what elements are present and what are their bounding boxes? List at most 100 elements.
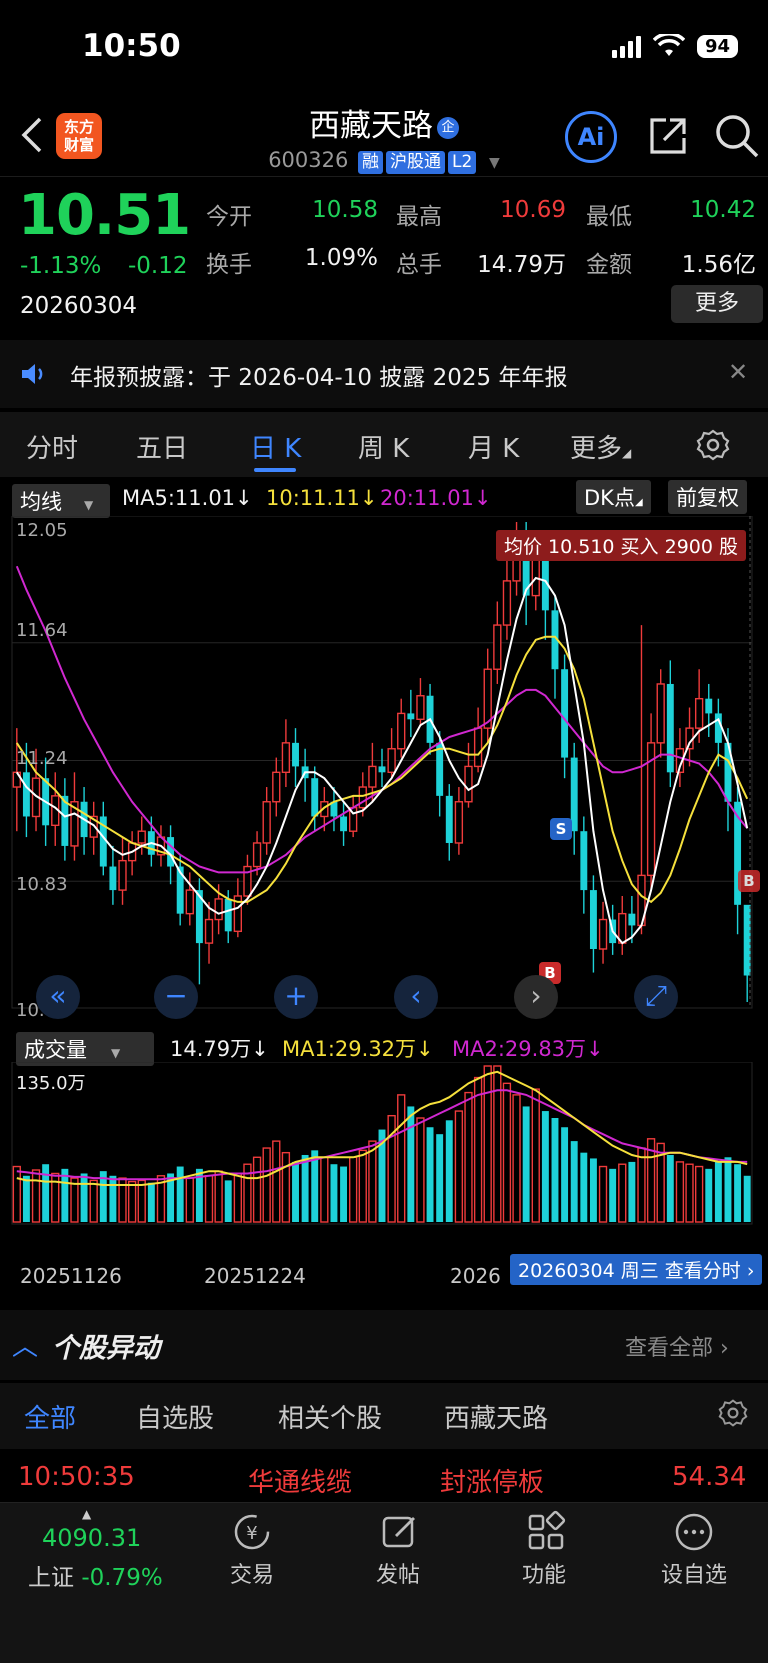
tab-all[interactable]: 全部 — [24, 1398, 76, 1435]
stock-code: 600326 — [268, 148, 349, 172]
movement-time: 10:50:35 — [18, 1462, 135, 1492]
movement-stock-name[interactable]: 华通线缆 — [248, 1462, 352, 1499]
candle-body — [743, 904, 751, 976]
tab-related[interactable]: 相关个股 — [278, 1398, 382, 1435]
tab-daily-k[interactable]: 日 K — [250, 428, 301, 465]
candle-body — [464, 765, 473, 803]
candle-body — [666, 683, 674, 773]
tab-more[interactable]: 更多◢ — [570, 428, 631, 465]
ma-indicator-select[interactable]: 均线 ▼ — [12, 484, 110, 518]
status-time: 10:50 — [82, 28, 181, 64]
high-value: 10.69 — [500, 197, 566, 223]
trade-icon[interactable]: ¥ — [230, 1510, 274, 1554]
index-ticker[interactable]: 上证 -0.79% — [28, 1558, 163, 1592]
volume-bar — [80, 1173, 88, 1222]
functions-icon[interactable] — [524, 1510, 568, 1554]
volume-max-label: 135.0万 — [16, 1073, 86, 1094]
volume-current: 14.79万↓ — [170, 1037, 269, 1061]
volume-bar — [675, 1161, 685, 1223]
tab-intraday[interactable]: 分时 — [26, 428, 78, 465]
x-axis-label: 2026 — [450, 1264, 501, 1288]
volume-bar — [561, 1127, 569, 1222]
dk-point-button[interactable]: DK点◢ — [576, 480, 651, 514]
volume-bar — [292, 1161, 299, 1222]
volume-bar — [570, 1141, 578, 1222]
chevron-up-icon[interactable]: ︿ — [12, 1326, 38, 1363]
tab-monthly-k[interactable]: 月 K — [468, 428, 519, 465]
candle-body — [224, 898, 232, 932]
tab-watchlist[interactable]: 自选股 — [136, 1398, 214, 1435]
volume-bar — [714, 1161, 722, 1222]
ma5-label: MA5:11.01↓ — [122, 486, 253, 510]
rewind-icon[interactable]: « — [36, 975, 80, 1019]
settings-gear-icon[interactable] — [696, 428, 730, 462]
search-icon[interactable] — [713, 112, 761, 160]
volume-ma2: MA2:29.83万↓ — [452, 1037, 604, 1061]
svg-text:¥: ¥ — [246, 1523, 257, 1544]
index-value[interactable]: 4090.31 — [42, 1524, 141, 1552]
volume-bar — [340, 1166, 348, 1222]
post-icon[interactable] — [378, 1510, 422, 1554]
nav-post[interactable]: 发帖 — [358, 1557, 438, 1589]
volume-bar — [609, 1168, 617, 1222]
fullscreen-icon[interactable]: ⤢ — [634, 975, 678, 1019]
notice-text[interactable]: 年报预披露：于 2026-04-10 披露 2025 年年报 — [70, 358, 567, 392]
volume-bar — [743, 1175, 751, 1222]
zoom-out-icon[interactable]: − — [154, 975, 198, 1019]
nav-trade[interactable]: 交易 — [212, 1557, 292, 1589]
candle-body — [387, 748, 396, 774]
more-quote-button[interactable]: 更多 — [671, 285, 763, 323]
volume-bar — [541, 1111, 549, 1222]
volume-bar — [416, 1117, 425, 1223]
view-all-link[interactable]: 查看全部 › — [625, 1330, 729, 1362]
volume-chart[interactable] — [0, 1062, 768, 1252]
forward-adjust-button[interactable]: 前复权 — [668, 480, 747, 514]
candle-body — [436, 742, 444, 796]
candle-body — [378, 766, 386, 773]
scroll-right-icon[interactable]: › — [514, 975, 558, 1019]
volume-bar — [522, 1106, 530, 1222]
scroll-left-icon[interactable]: ‹ — [394, 975, 438, 1019]
volume-bar — [531, 1088, 540, 1223]
candle-body — [340, 816, 348, 832]
share-icon[interactable] — [646, 114, 690, 158]
ai-assistant-button[interactable]: Ai — [565, 111, 617, 163]
average-cost-tag[interactable]: 均价 10.510 买入 2900 股 — [496, 530, 746, 561]
settings-gear-icon[interactable] — [718, 1398, 748, 1428]
ma10-label: 10:11.11↓ — [266, 486, 378, 510]
change-percent: -1.13% — [20, 253, 102, 279]
volume-bar — [598, 1165, 608, 1223]
volume-indicator-select[interactable]: 成交量 ▼ — [16, 1032, 154, 1066]
view-intraday-tag[interactable]: 20260304 周三 查看分时 › — [510, 1254, 763, 1285]
movement-tabs — [0, 1383, 768, 1449]
status-indicators: 94 — [611, 34, 738, 58]
volume-bar — [252, 1156, 262, 1223]
change-amount: -0.12 — [128, 253, 188, 279]
tab-weekly-k[interactable]: 周 K — [358, 428, 409, 465]
volume-bar — [137, 1179, 146, 1223]
dropdown-caret-icon: ▼ — [489, 155, 500, 171]
volume-bar — [176, 1166, 184, 1222]
zoom-in-icon[interactable]: + — [274, 975, 318, 1019]
kline-chart[interactable] — [0, 516, 768, 1024]
more-options-icon[interactable] — [672, 1510, 716, 1554]
volume-bar — [426, 1127, 434, 1222]
close-icon[interactable]: ✕ — [728, 358, 748, 386]
nav-functions[interactable]: 功能 — [504, 1557, 584, 1589]
nav-add-watchlist[interactable]: 设自选 — [654, 1557, 734, 1589]
tab-this-stock[interactable]: 西藏天路 — [444, 1398, 548, 1435]
buy-marker[interactable]: B — [738, 870, 760, 892]
active-tab-indicator — [254, 468, 296, 472]
tab-five-day[interactable]: 五日 — [136, 428, 188, 465]
x-axis-label: 20251126 — [20, 1264, 122, 1288]
sell-marker[interactable]: S — [550, 818, 572, 840]
cellular-signal-icon — [611, 34, 641, 58]
candle-body — [561, 669, 569, 758]
candle-body — [262, 801, 271, 844]
battery-level: 94 — [696, 34, 738, 58]
volume-bar — [685, 1163, 694, 1223]
stock-movement-title: 个股异动 — [52, 1333, 160, 1364]
candle-body — [705, 698, 713, 714]
speaker-icon — [22, 364, 43, 384]
volume-bar — [185, 1177, 194, 1223]
